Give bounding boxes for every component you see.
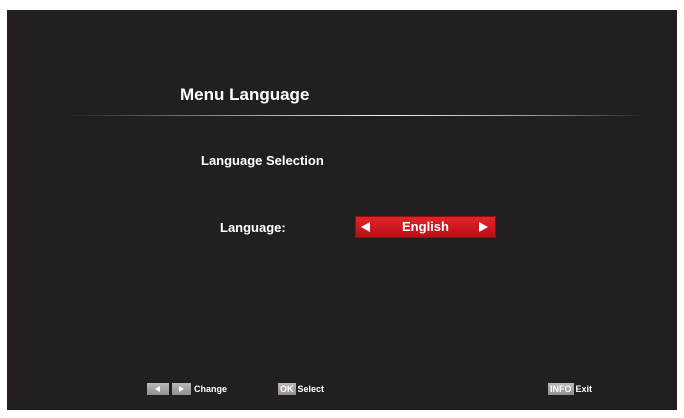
language-selector[interactable]: English	[355, 216, 496, 238]
ok-key-icon: OK	[278, 383, 296, 395]
section-title: Language Selection	[201, 153, 324, 168]
remote-left-key-icon	[147, 383, 169, 395]
info-key-icon: INFO	[548, 383, 574, 395]
language-label: Language:	[220, 220, 286, 235]
page-title: Menu Language	[180, 85, 310, 104]
hint-change-label: Change	[194, 384, 228, 394]
hint-exit-label: Exit	[575, 384, 593, 394]
title-divider	[67, 115, 647, 116]
menu-language-screen: Menu Language Language Selection Languag…	[7, 10, 677, 410]
hint-exit: INFO Exit	[548, 383, 592, 395]
language-value: English	[402, 219, 449, 234]
hint-select-label: Select	[297, 384, 325, 394]
hint-select: OK Select	[278, 383, 324, 395]
remote-right-key-icon	[172, 383, 191, 395]
arrow-right-icon[interactable]	[479, 222, 488, 232]
arrow-left-icon[interactable]	[361, 222, 370, 232]
hint-change: Change	[147, 383, 227, 395]
